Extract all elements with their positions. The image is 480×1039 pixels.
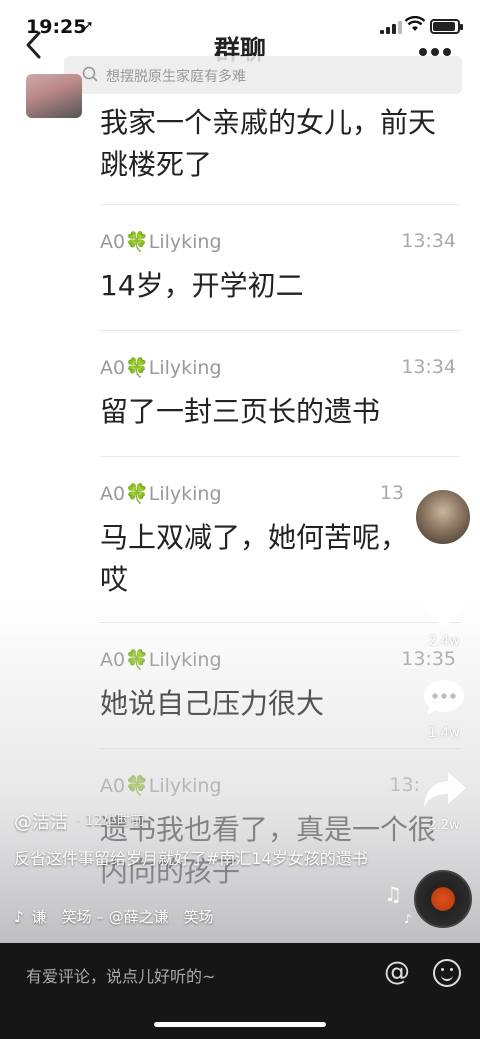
message-text: 留了一封三页长的遗书 — [100, 395, 381, 428]
share-icon[interactable] — [422, 770, 468, 810]
divider — [100, 748, 460, 749]
post-time: · 12小时前 — [76, 813, 145, 829]
message-item: A0🍀Lilyking 13:34 留了一封三页长的遗书 — [100, 356, 460, 433]
message-time: 13:34 — [401, 356, 456, 378]
message-item: A0🍀Lilyking 13:34 14岁，开学初二 — [100, 230, 460, 307]
message-item: 我家一个亲戚的女儿，前天跳楼死了 — [100, 102, 460, 186]
message-item: A0🍀Lilyking 13 马上双减了，她何苦呢，哎 — [100, 482, 460, 601]
sender-avatar — [26, 74, 82, 118]
music-note-icon: ♪ — [404, 912, 412, 926]
home-indicator — [154, 1022, 326, 1027]
screen: 19:25 ➚ 群聊 想摆脱原生家庭有多难 我家一个亲戚的女儿，前天跳楼死了 A… — [0, 0, 480, 1039]
creator-avatar[interactable] — [414, 488, 472, 546]
comment-count: 1.4w — [428, 726, 460, 741]
message-item: A0🍀Lilyking 13: 遗书我也看了，真是一个很内向的孩子 — [100, 774, 460, 893]
music-info[interactable]: ♪ 谦 笑场 – @薛之谦 笑场 — [14, 906, 214, 927]
comment-input[interactable]: 有爱评论，说点儿好听的~ — [26, 963, 215, 987]
music-disc[interactable] — [414, 870, 472, 928]
search-text: 想摆脱原生家庭有多难 — [106, 69, 246, 85]
search-icon — [82, 66, 98, 82]
divider — [100, 204, 460, 205]
message-time: 13 — [379, 482, 404, 504]
tiktok-icon: ♪ — [14, 908, 24, 926]
emoji-icon[interactable] — [433, 959, 461, 987]
message-time: 13:35 — [401, 648, 456, 670]
author-name[interactable]: @洁洁 — [14, 808, 68, 834]
search-bar[interactable]: 想摆脱原生家庭有多难 — [64, 56, 462, 94]
message-text: 她说自己压力很大 — [100, 687, 325, 720]
music-note-icon: ♫ — [384, 882, 402, 906]
message-sender: A0🍀Lilyking — [100, 483, 222, 505]
message-text: 14岁，开学初二 — [100, 269, 304, 302]
message-time: 13:34 — [401, 230, 456, 252]
divider — [100, 330, 460, 331]
message-text: 马上双减了，她何苦呢，哎 — [100, 521, 409, 596]
at-icon[interactable]: @ — [384, 957, 410, 987]
like-count: 2.4w — [428, 634, 460, 649]
divider — [100, 622, 460, 623]
music-title: 谦 笑场 – @薛之谦 笑场 — [31, 908, 214, 926]
divider — [100, 456, 460, 457]
share-count: 2.2w — [428, 818, 460, 833]
message-time: 13: — [389, 774, 420, 796]
video-caption[interactable]: 反省这件事留给岁月就好了#南汇14岁女孩的遗书 — [14, 846, 394, 871]
message-item: A0🍀Lilyking 13:35 她说自己压力很大 — [100, 648, 460, 725]
heart-icon[interactable] — [420, 585, 468, 629]
message-text: 我家一个亲戚的女儿，前天跳楼死了 — [100, 106, 437, 181]
comment-icon[interactable] — [422, 678, 466, 718]
